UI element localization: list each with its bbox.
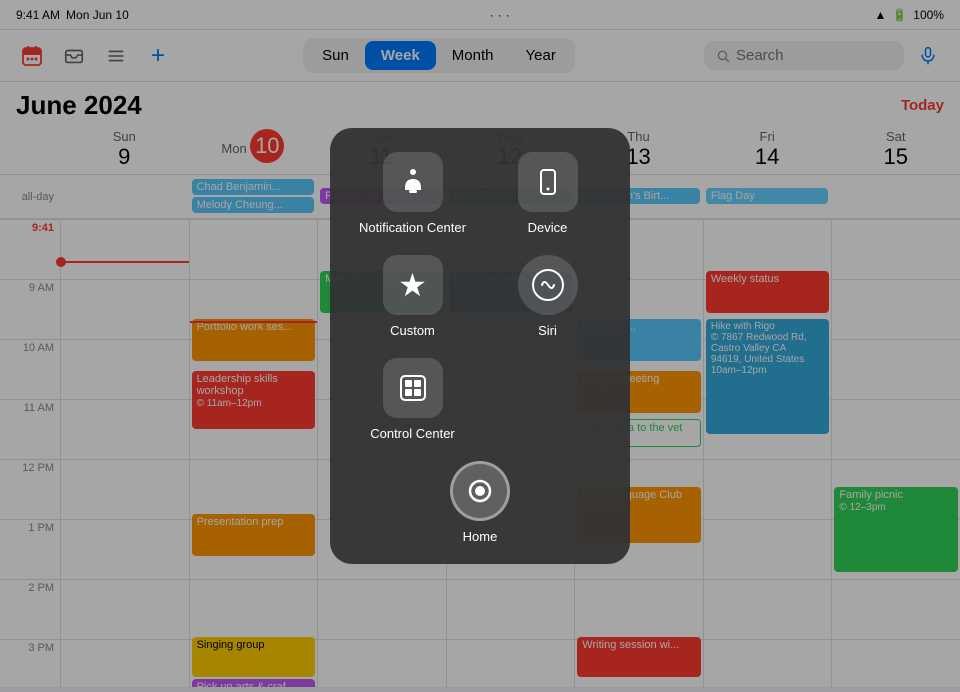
home-label: Home: [463, 529, 498, 544]
device-label: Device: [528, 220, 568, 235]
shortcut-siri[interactable]: Siri: [485, 255, 610, 338]
shortcut-custom[interactable]: ★ Custom: [350, 255, 475, 338]
shortcut-modal: Notification Center Device ★ Custom: [330, 128, 630, 564]
custom-label: Custom: [390, 323, 435, 338]
siri-icon: [518, 255, 578, 315]
device-icon: [518, 152, 578, 212]
notification-center-label: Notification Center: [359, 220, 466, 235]
shortcut-control-center[interactable]: Control Center: [350, 358, 475, 441]
shortcut-overlay: Notification Center Device ★ Custom: [0, 0, 960, 692]
shortcut-device[interactable]: Device: [485, 152, 610, 235]
siri-label: Siri: [538, 323, 557, 338]
notification-center-icon: [383, 152, 443, 212]
shortcut-home[interactable]: Home: [350, 461, 610, 544]
custom-icon: ★: [383, 255, 443, 315]
control-center-icon: [383, 358, 443, 418]
home-icon: [450, 461, 510, 521]
shortcut-notification-center[interactable]: Notification Center: [350, 152, 475, 235]
control-center-label: Control Center: [370, 426, 455, 441]
